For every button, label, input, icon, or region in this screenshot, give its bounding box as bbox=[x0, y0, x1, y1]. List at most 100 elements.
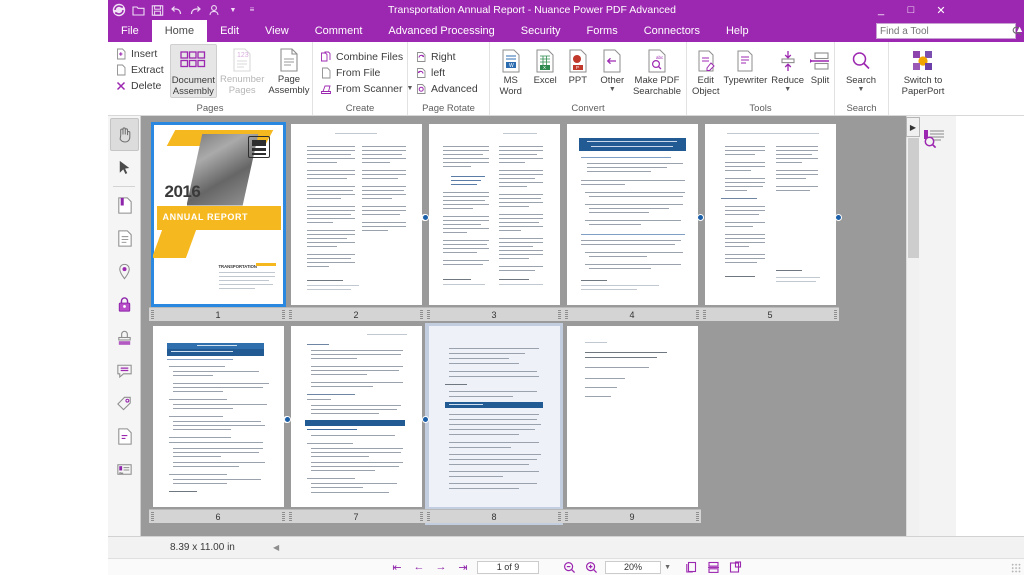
page-assembly-button[interactable]: Page Assembly bbox=[267, 44, 310, 96]
document-panel-icon[interactable] bbox=[110, 420, 139, 453]
rotate-advanced-button[interactable]: Advanced bbox=[412, 81, 482, 96]
window-resize-grip[interactable] bbox=[1011, 563, 1021, 573]
tab-forms[interactable]: Forms bbox=[574, 20, 631, 42]
page-grip-right-8[interactable] bbox=[558, 512, 561, 521]
convert-excel-button[interactable]: X Excel bbox=[529, 45, 561, 86]
page-grip-left-6[interactable] bbox=[151, 512, 154, 521]
page-grip-left-4[interactable] bbox=[565, 310, 568, 319]
page-thumbnail-8[interactable]: 8 bbox=[422, 323, 563, 525]
signature-panel-icon[interactable] bbox=[110, 453, 139, 486]
minimize-button[interactable]: _ bbox=[866, 0, 896, 20]
page-grip-left-8[interactable] bbox=[427, 512, 430, 521]
tab-home[interactable]: Home bbox=[151, 20, 208, 42]
extract-button[interactable]: Extract bbox=[112, 62, 168, 77]
search-caret-icon[interactable]: ▼ bbox=[858, 86, 865, 93]
page-thumbnail-4[interactable]: 4 bbox=[563, 121, 704, 323]
reduce-button[interactable]: Reduce ▼ bbox=[770, 45, 805, 93]
scrollbar-thumb[interactable] bbox=[908, 138, 919, 258]
zoom-level-selector[interactable]: 20% ▼ bbox=[605, 560, 671, 574]
find-a-tool-box[interactable] bbox=[876, 23, 1022, 39]
rotate-right-button[interactable]: Right bbox=[412, 49, 482, 64]
page-thumbnail-9[interactable]: 9 bbox=[563, 323, 701, 525]
page-handle-right-5[interactable] bbox=[835, 214, 842, 221]
page-grip-right-1[interactable] bbox=[282, 310, 285, 319]
close-button[interactable]: ✕ bbox=[926, 0, 956, 20]
tab-connectors[interactable]: Connectors bbox=[631, 20, 713, 42]
split-button[interactable]: Split bbox=[807, 45, 833, 86]
page-thumbnail-7[interactable]: 7 bbox=[284, 323, 425, 525]
other-caret-icon[interactable]: ▼ bbox=[609, 86, 616, 93]
page-thumbnail-2[interactable]: 2 bbox=[287, 121, 428, 323]
switch-to-paperport-button[interactable]: Switch to PaperPort bbox=[893, 45, 953, 97]
document-assembly-button[interactable]: Document Assembly bbox=[169, 44, 217, 98]
zoom-caret-icon[interactable]: ▼ bbox=[664, 564, 671, 571]
qat-dropdown-icon[interactable]: ▼ bbox=[226, 3, 240, 17]
tab-edit[interactable]: Edit bbox=[207, 20, 252, 42]
hand-tool-icon[interactable] bbox=[109, 118, 139, 151]
last-page-button[interactable]: ⇥ bbox=[455, 560, 471, 574]
canvas-vertical-scrollbar[interactable] bbox=[906, 136, 919, 536]
zoom-in-icon[interactable] bbox=[583, 560, 599, 574]
tab-help[interactable]: Help bbox=[713, 20, 762, 42]
from-file-button[interactable]: From File bbox=[317, 65, 417, 80]
page-handle-left-7[interactable] bbox=[284, 416, 291, 423]
select-tool-icon[interactable] bbox=[110, 151, 139, 184]
make-pdf-searchable-button[interactable]: abc Make PDF Searchable bbox=[632, 45, 682, 97]
page-grip-left-5[interactable] bbox=[703, 310, 706, 319]
typewriter-button[interactable]: Typewriter bbox=[722, 45, 768, 86]
pages-panel-icon[interactable] bbox=[110, 222, 139, 255]
page-handle-left-3[interactable] bbox=[422, 214, 429, 221]
document-assembly-canvas[interactable]: 2016 ANNUAL REPORT TRANSPORTATION 1 2 3 … bbox=[141, 116, 906, 536]
facing-page-view-icon[interactable] bbox=[727, 560, 743, 574]
page-grip-left-2[interactable] bbox=[289, 310, 292, 319]
delete-button[interactable]: Delete bbox=[112, 78, 168, 93]
find-a-tool-input[interactable] bbox=[880, 25, 1012, 37]
page-grip-left-7[interactable] bbox=[289, 512, 292, 521]
page-thumbnail-1[interactable]: 2016 ANNUAL REPORT TRANSPORTATION 1 bbox=[149, 121, 287, 323]
convert-ms-word-button[interactable]: W MS Word bbox=[494, 45, 527, 97]
page-grip-right-2[interactable] bbox=[420, 310, 423, 319]
convert-other-button[interactable]: Other ▼ bbox=[595, 45, 630, 93]
page-grip-left-9[interactable] bbox=[565, 512, 568, 521]
comments-icon[interactable] bbox=[110, 354, 139, 387]
combine-files-button[interactable]: Combine Files bbox=[317, 49, 417, 64]
tab-security[interactable]: Security bbox=[508, 20, 574, 42]
next-page-button[interactable]: → bbox=[433, 560, 449, 574]
expand-panel-button[interactable]: ▶ bbox=[906, 117, 920, 137]
reduce-caret-icon[interactable]: ▼ bbox=[784, 86, 791, 93]
edit-object-button[interactable]: Edit Object bbox=[691, 45, 720, 97]
search-button[interactable]: Search ▼ bbox=[839, 45, 883, 93]
page-thumbnail-3[interactable]: 3 bbox=[422, 121, 563, 323]
first-page-button[interactable]: ⇤ bbox=[389, 560, 405, 574]
page-grip-right-5[interactable] bbox=[834, 310, 837, 319]
redo-icon[interactable] bbox=[188, 3, 202, 17]
tab-comment[interactable]: Comment bbox=[302, 20, 376, 42]
page-grip-right-6[interactable] bbox=[282, 512, 285, 521]
maximize-button[interactable]: □ bbox=[896, 0, 926, 20]
insert-button[interactable]: Insert bbox=[112, 46, 168, 61]
tab-advanced-processing[interactable]: Advanced Processing bbox=[375, 20, 507, 42]
page-handle-left-8[interactable] bbox=[422, 416, 429, 423]
previous-page-button[interactable]: ← bbox=[411, 560, 427, 574]
single-page-view-icon[interactable] bbox=[683, 560, 699, 574]
convert-ppt-button[interactable]: P PPT bbox=[563, 45, 593, 86]
attachments-icon[interactable] bbox=[110, 387, 139, 420]
signature-icon[interactable] bbox=[207, 3, 221, 17]
open-icon[interactable] bbox=[131, 3, 145, 17]
zoom-out-icon[interactable] bbox=[561, 560, 577, 574]
from-scanner-button[interactable]: From Scanner ▼ bbox=[317, 81, 417, 96]
page-grip-right-7[interactable] bbox=[420, 512, 423, 521]
page-thumbnail-6[interactable]: 6 bbox=[149, 323, 290, 525]
collapse-ribbon-icon[interactable]: ▲ bbox=[1015, 24, 1024, 34]
page-grip-right-9[interactable] bbox=[696, 512, 699, 521]
horizontal-scroll-left-icon[interactable]: ◀ bbox=[273, 543, 283, 553]
page-grip-left-1[interactable] bbox=[151, 310, 154, 319]
undo-icon[interactable] bbox=[169, 3, 183, 17]
qat-overflow-icon[interactable]: ≡ bbox=[245, 3, 259, 17]
page-grip-right-3[interactable] bbox=[558, 310, 561, 319]
app-logo-icon[interactable] bbox=[112, 3, 126, 17]
stamp-icon[interactable] bbox=[110, 321, 139, 354]
tab-view[interactable]: View bbox=[252, 20, 302, 42]
search-panel-icon[interactable] bbox=[923, 128, 945, 153]
security-lock-icon[interactable] bbox=[110, 288, 139, 321]
